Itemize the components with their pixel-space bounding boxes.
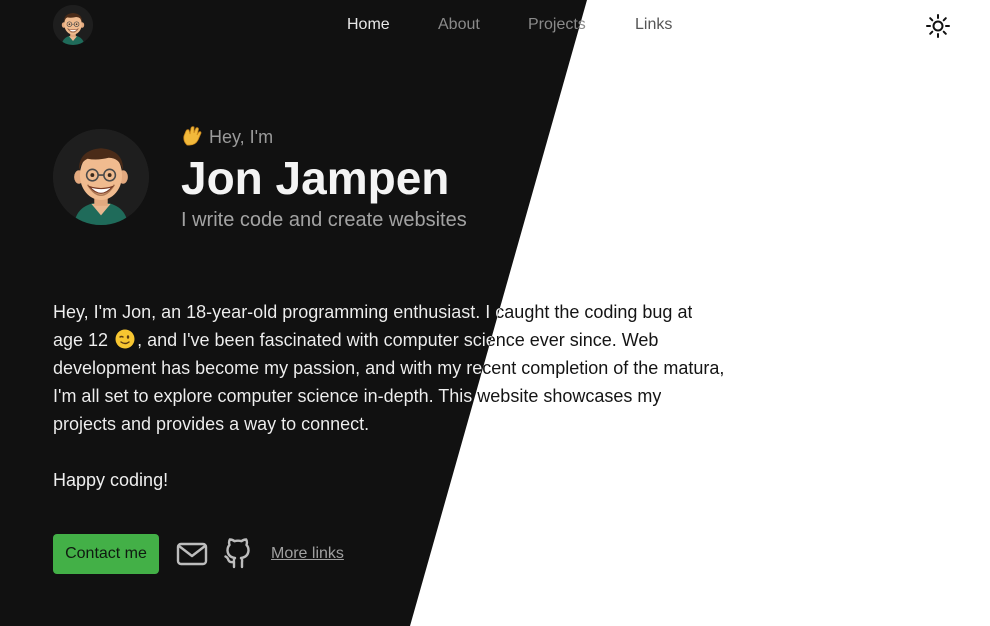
nav-link-projects[interactable]: Projects bbox=[528, 15, 586, 35]
bio-paragraph-1: Hey, I'm Jon, an 18-year-old programming… bbox=[53, 298, 733, 438]
hero-avatar bbox=[53, 129, 149, 225]
nav-link-about[interactable]: About bbox=[438, 15, 480, 35]
contact-me-button[interactable]: Contact me bbox=[53, 534, 159, 574]
bio-line-4: I'm all set to explore computer science … bbox=[53, 386, 662, 406]
bio-line-2: age 12 , and I've been fascinated with c… bbox=[53, 329, 659, 350]
waving-hand-icon bbox=[183, 126, 202, 146]
memoji-avatar-icon bbox=[53, 129, 149, 225]
greeting: Hey, I'm bbox=[181, 125, 273, 148]
memoji-avatar-icon bbox=[53, 5, 93, 45]
github-icon bbox=[224, 538, 250, 569]
github-link[interactable] bbox=[224, 537, 252, 569]
winking-face-icon bbox=[115, 329, 135, 349]
nav-avatar[interactable] bbox=[53, 5, 93, 45]
hero-tagline: I write code and create websites bbox=[181, 209, 467, 231]
bio-line-3: development has become my passion, and w… bbox=[53, 358, 725, 378]
mail-link[interactable] bbox=[176, 540, 208, 568]
bio-line-5: projects and provides a way to connect. bbox=[53, 414, 370, 434]
bio: Hey, I'm Jon, an 18-year-old programming… bbox=[53, 298, 733, 494]
sun-icon bbox=[926, 14, 950, 38]
hero-name: Jon Jampen bbox=[181, 152, 450, 204]
mail-icon bbox=[176, 542, 208, 566]
bio-line-1: Hey, I'm Jon, an 18-year-old programming… bbox=[53, 302, 693, 322]
nav-link-links[interactable]: Links bbox=[635, 15, 672, 35]
theme-toggle-button[interactable] bbox=[925, 13, 951, 39]
greeting-text: Hey, I'm bbox=[209, 127, 274, 147]
nav-link-home[interactable]: Home bbox=[347, 15, 390, 35]
bio-paragraph-2: Happy coding! bbox=[53, 470, 169, 490]
more-links-link[interactable]: More links bbox=[271, 544, 344, 564]
